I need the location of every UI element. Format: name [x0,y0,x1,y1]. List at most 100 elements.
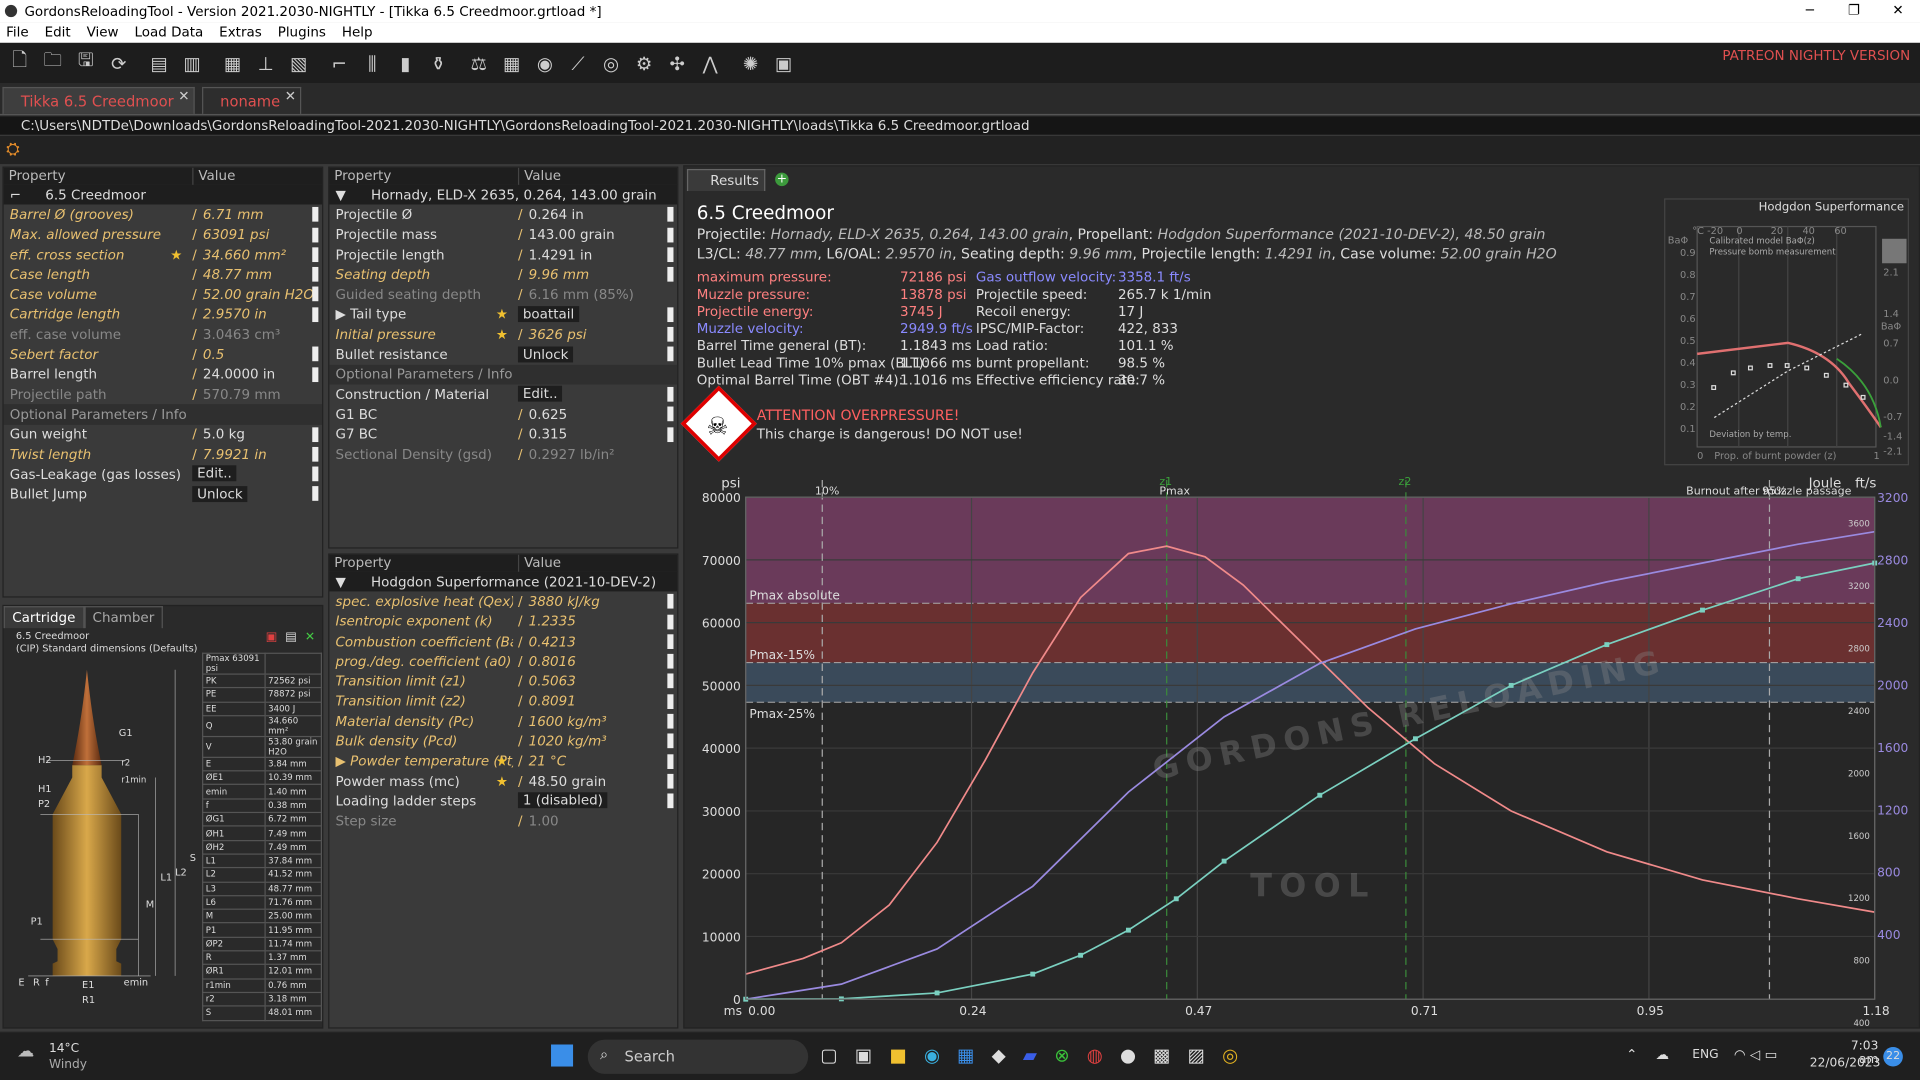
save-load-icon[interactable]: ▤ [144,48,173,77]
property-value-cell[interactable]: /1020 kg/m³ [513,733,677,749]
spin-control[interactable] [667,733,674,749]
spin-control[interactable] [312,366,319,382]
property-button[interactable]: boattail [517,306,580,322]
spin-control[interactable] [312,346,319,362]
property-row[interactable]: Bullet resistance Unlock [329,345,677,365]
property-row[interactable]: Case volume/52.00 grain H2O [4,285,322,305]
property-value-cell[interactable]: /570.79 mm [187,386,322,402]
settings-icon[interactable]: ✺ [736,48,765,77]
property-row[interactable]: eff. case volume/3.0463 cm³ [4,325,322,345]
excel-icon[interactable]: ✕ [305,631,315,644]
spin-control[interactable] [667,614,674,629]
property-value-cell[interactable]: 1 (disabled) [513,792,677,810]
property-row[interactable]: Twist length/7.9921 in [4,444,322,464]
menu-file[interactable]: File [6,24,29,40]
property-row[interactable]: Gun weight/5.0 kg [4,424,322,444]
close-tab-icon[interactable]: ✕ [178,83,189,110]
measure-icon[interactable]: ⊥ [251,48,280,77]
file-tab-noname[interactable]: noname ✕ [201,86,301,114]
property-value-cell[interactable]: /24.0000 in [187,367,322,383]
spin-control[interactable] [667,634,674,649]
xbox-icon[interactable]: ⊗ [1054,1044,1069,1066]
property-value-cell[interactable]: /7.9921 in [187,446,322,462]
property-button[interactable]: 1 (disabled) [517,792,608,809]
tab-cartridge[interactable]: Cartridge [3,606,84,629]
copy-icon[interactable]: ▤ [285,631,297,644]
weather-icon[interactable]: ☁ [17,1042,34,1062]
grt-icon[interactable]: ● [1120,1044,1136,1066]
property-row[interactable]: Construction / Material Edit.. [329,384,677,404]
property-button[interactable]: Unlock [192,485,248,502]
spin-control[interactable] [312,267,319,282]
property-row[interactable]: Material density (Pc) /1600 kg/m³ [329,712,677,732]
table-icon[interactable]: ▧ [284,48,313,77]
norton-icon[interactable]: ◎ [1222,1044,1238,1066]
property-value-cell[interactable]: /0.4213 [513,634,677,650]
property-value-cell[interactable]: /3.0463 cm³ [187,327,322,343]
maximize-button[interactable]: ❐ [1832,0,1876,22]
property-row[interactable]: Max. allowed pressure/63091 psi [4,225,322,245]
property-value-cell[interactable]: /1.4291 in [513,247,677,263]
spin-control[interactable] [312,207,319,222]
star-icon[interactable]: ★ [170,247,182,263]
bullet-icon[interactable]: ▮ [391,48,420,77]
property-value-cell[interactable]: /3626 psi [513,327,677,343]
property-value-cell[interactable]: Unlock [187,485,322,503]
add-tab-icon[interactable]: + [775,172,789,187]
property-row[interactable]: Sectional Density (gsd) /0.2927 lb/in² [329,444,677,464]
property-row[interactable]: Isentropic exponent (k) /1.2335 [329,612,677,632]
spin-control[interactable] [667,327,674,342]
property-value-cell[interactable]: /0.2927 lb/in² [513,446,677,462]
property-row[interactable]: Gas-Leakage (gas losses) Edit.. [4,464,322,484]
property-value-cell[interactable]: /0.264 in [513,207,677,223]
new-file-icon[interactable]: 🗋 [5,48,34,77]
property-row[interactable]: Transition limit (z2) /0.8091 [329,692,677,712]
spin-control[interactable] [667,713,674,729]
chevron-up-icon[interactable]: ⌃ [1626,1047,1637,1063]
spin-control[interactable] [667,773,674,789]
property-row[interactable]: Combustion coefficient (Ba)/0.4213 [329,632,677,652]
property-row[interactable]: Projectile path/570.79 mm [4,384,322,404]
app-icon[interactable]: ◆ [992,1044,1006,1066]
spin-control[interactable] [667,307,674,322]
property-value-cell[interactable]: /52.00 grain H2O [187,287,322,303]
spin-control[interactable] [667,594,674,609]
spin-control[interactable] [312,466,319,482]
property-value-cell[interactable]: /34.660 mm² [187,247,322,263]
clock-date[interactable]: 22/06/2023 [1810,1057,1881,1070]
property-value-cell[interactable]: /0.5063 [513,674,677,690]
property-row[interactable]: Loading ladder steps 1 (disabled) [329,791,677,811]
start-icon[interactable] [551,1044,574,1067]
property-value-cell[interactable]: /21 °C [513,753,677,769]
menu-load-data[interactable]: Load Data [135,24,204,40]
minimize-button[interactable]: ─ [1788,0,1832,22]
taskbar-search[interactable]: Search [587,1039,809,1074]
spin-control[interactable] [667,207,674,222]
save-icon[interactable]: 🖫 [71,48,100,77]
property-row[interactable]: Guided seating depth/6.16 mm (85%) [329,285,677,305]
spin-control[interactable] [312,446,319,462]
property-value-cell[interactable]: /6.71 mm [187,207,322,223]
spin-control[interactable] [667,674,674,689]
property-row[interactable]: spec. explosive heat (Qex)/3880 kJ/kg [329,592,677,612]
property-value-cell[interactable]: /0.8091 [513,694,677,710]
property-row[interactable]: Sebert factor/0.5 [4,345,322,365]
brush-icon[interactable]: ⟋ [563,48,592,77]
chat-icon[interactable]: ▣ [855,1044,872,1066]
weight-icon[interactable]: ⚖ [464,48,493,77]
property-value-cell[interactable]: /5.0 kg [187,426,322,442]
property-value-cell[interactable]: Unlock [513,345,677,363]
spin-control[interactable] [667,753,674,769]
property-row[interactable]: ▶ Tail type ★ boattail [329,305,677,325]
star-icon[interactable]: ★ [496,753,508,769]
propellant-selector[interactable]: ▼ Hodgdon Superformance (2021-10-DEV-2) [329,571,678,592]
property-row[interactable]: Case length/48.77 mm [4,265,322,285]
property-row[interactable]: Seating depth/9.96 mm [329,265,677,285]
property-value-cell[interactable]: /1.00 [513,813,677,829]
tools-icon[interactable]: ✣ [662,48,691,77]
spin-control[interactable] [667,793,674,809]
star-icon[interactable]: ★ [496,327,508,343]
property-row[interactable]: ▶ Powder temperature (Pt) ★ /21 °C [329,751,677,771]
spin-control[interactable] [667,694,674,709]
chart-icon[interactable]: ⋀ [696,48,725,77]
